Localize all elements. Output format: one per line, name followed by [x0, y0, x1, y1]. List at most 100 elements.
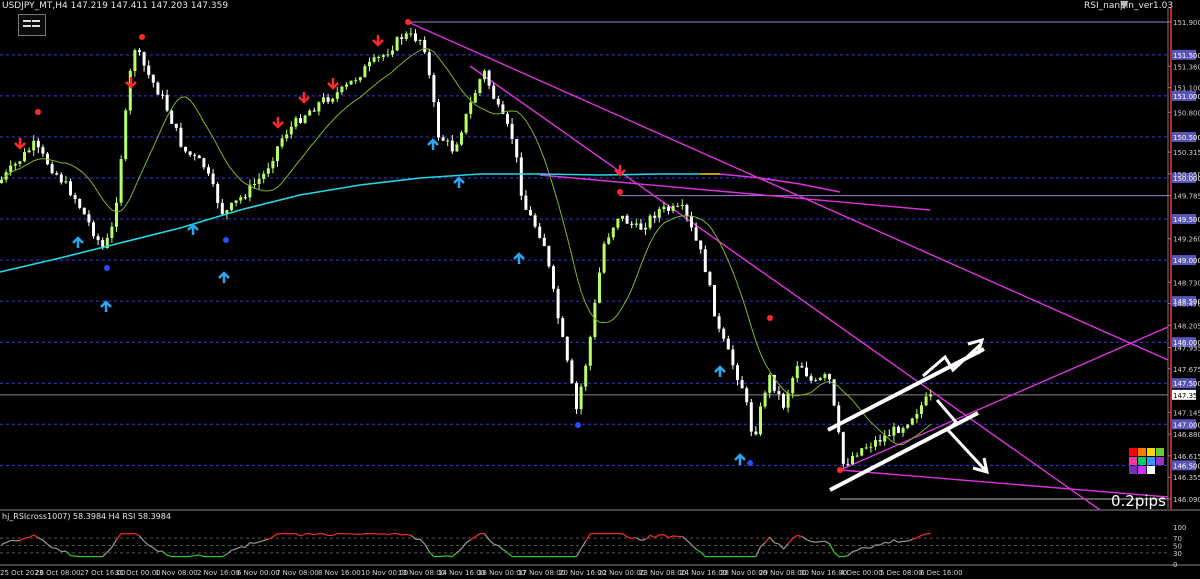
rsi-line-segment: [884, 541, 890, 544]
rsi-line-segment: [134, 533, 140, 537]
bull-candle: [579, 386, 583, 410]
bull-candle: [584, 365, 588, 387]
bear-candle: [197, 155, 201, 159]
bull-candle: [404, 33, 408, 40]
bull-candle: [280, 138, 284, 147]
palette-swatch[interactable]: [1147, 448, 1155, 456]
palette-swatch[interactable]: [1138, 466, 1146, 474]
bear-candle: [749, 402, 753, 432]
chart-window[interactable]: USDJPY_MT,H4 147.219 147.411 147.203 147…: [0, 0, 1200, 579]
bull-candle: [763, 392, 767, 407]
bear-candle: [809, 376, 813, 381]
bear-candle: [515, 138, 519, 158]
bull-candle: [271, 161, 275, 169]
palette-swatch[interactable]: [1138, 457, 1146, 465]
palette-swatch[interactable]: [1129, 448, 1137, 456]
swing-high-dot: [405, 19, 411, 25]
down-arrow-signal-icon: [372, 35, 384, 47]
time-label: 6 Nov 00:00: [237, 569, 280, 577]
bear-candle: [754, 431, 758, 435]
down-arrow-signal-icon: [14, 138, 26, 150]
bull-candle: [119, 159, 123, 203]
bear-candle: [326, 97, 330, 102]
bull-candle: [616, 218, 620, 228]
time-label: 7 Nov 08:00: [276, 569, 319, 577]
bull-candle: [644, 227, 647, 230]
rsi-line-segment: [235, 546, 241, 550]
rsi-line-segment: [640, 538, 646, 541]
swing-low-dot: [575, 422, 581, 428]
bear-candle: [243, 197, 247, 199]
rsi-line-segment: [314, 533, 320, 536]
bull-candle: [308, 110, 312, 116]
rsi-line-segment: [488, 539, 495, 545]
price-level-label: 151.500: [1173, 52, 1200, 60]
bear-candle: [510, 123, 514, 139]
bull-candle: [680, 205, 684, 207]
rsi-line-segment: [116, 533, 122, 540]
rsi-line-segment: [907, 538, 913, 542]
rsi-line-segment: [70, 554, 76, 557]
rsi-line-segment: [921, 533, 927, 536]
bear-candle: [538, 226, 542, 238]
palette-swatch[interactable]: [1138, 448, 1146, 456]
bull-candle: [368, 61, 371, 67]
bull-candle: [478, 79, 482, 94]
swing-high-dot: [139, 34, 145, 40]
rsi-line-segment: [401, 533, 407, 536]
palette-swatch[interactable]: [1156, 448, 1164, 456]
bull-candle: [391, 50, 394, 55]
rsi-line-segment: [815, 541, 821, 543]
bear-candle: [731, 349, 735, 366]
up-arrow-signal-icon: [734, 453, 746, 465]
bear-candle: [188, 151, 192, 155]
palette-swatch[interactable]: [1156, 457, 1164, 465]
rsi-level-label: 0: [1173, 561, 1177, 569]
bear-candle: [722, 328, 726, 339]
bear-candle: [414, 33, 417, 41]
bull-candle: [768, 374, 772, 393]
rsi-line-segment: [106, 546, 113, 553]
bull-candle: [874, 440, 877, 447]
rsi-line-segment: [502, 548, 508, 554]
bear-candle: [432, 75, 436, 103]
palette-swatch[interactable]: [1147, 457, 1155, 465]
bear-candle: [519, 157, 523, 196]
price-chart[interactable]: 151.500151.000150.500150.000149.500149.0…: [0, 0, 1200, 579]
rsi-line-segment: [856, 547, 863, 551]
palette-swatch[interactable]: [1129, 466, 1137, 474]
bull-candle: [395, 37, 399, 51]
bull-candle: [253, 183, 256, 185]
bear-candle: [174, 123, 178, 128]
bull-candle: [331, 98, 335, 102]
trend-line: [539, 174, 931, 211]
bull-candle: [473, 93, 477, 103]
bear-candle: [165, 94, 169, 111]
bull-candle: [262, 173, 266, 179]
up-arrow-signal-icon: [714, 365, 726, 377]
bull-candle: [128, 70, 132, 111]
bull-candle: [418, 40, 422, 42]
rsi-line-segment: [898, 540, 904, 543]
color-palette-widget[interactable]: [1129, 448, 1165, 484]
bull-candle: [588, 337, 592, 366]
rsi-line-segment: [419, 538, 426, 545]
price-level-label: 151.000: [1173, 93, 1200, 101]
palette-swatch[interactable]: [1147, 466, 1155, 474]
rsi-line-segment: [755, 546, 762, 557]
up-arrow-signal-icon: [100, 300, 112, 312]
bull-candle: [133, 50, 137, 71]
palette-swatch[interactable]: [1129, 457, 1137, 465]
bull-candle: [303, 115, 307, 123]
bull-candle: [289, 126, 293, 135]
bear-candle: [690, 215, 693, 228]
bull-candle: [795, 366, 799, 379]
rsi-line-segment: [387, 533, 393, 536]
rsi-line-segment: [199, 554, 205, 558]
pips-annotation: 0.2pips: [1111, 492, 1166, 510]
rsi-line-segment: [56, 548, 62, 553]
rsi-line-segment: [249, 542, 255, 544]
price-level-label: 147.000: [1173, 421, 1200, 429]
bear-candle: [708, 272, 712, 286]
bear-candle: [41, 147, 45, 154]
